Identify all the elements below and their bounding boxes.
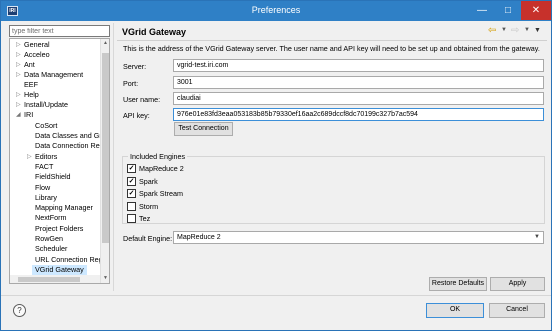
tree-item-general[interactable]: ▷ General [16,40,50,50]
expand-arrow-icon[interactable]: ▷ [16,70,21,80]
tree-horizontal-scrollbar[interactable] [10,275,100,283]
filter-input[interactable] [9,25,110,37]
expand-arrow-icon[interactable]: ▷ [16,100,21,110]
view-menu-icon[interactable]: ▼ [534,27,541,34]
preferences-window: IRI Preferences — □ ✕ ▷General ▷Acceleo … [0,0,552,331]
page-title: VGrid Gateway [122,27,187,37]
preferences-tree[interactable]: ▷ General ▷ Acceleo ▷ Ant ▷ Data Management … [9,38,110,284]
back-arrow-icon[interactable]: ⇦ [488,25,496,36]
tree-item-install-update[interactable]: ▷ Install/Update [16,100,68,110]
tree-scroll-thumb[interactable] [102,53,109,243]
titlebar[interactable]: IRI Preferences — □ ✕ [1,1,551,21]
page-description: This is the address of the VGrid Gateway… [123,44,540,53]
expand-arrow-icon[interactable]: ▷ [16,90,21,100]
tree-item-rowgen[interactable]: RowGen [35,234,63,244]
tree-item-nextform[interactable]: NextForm [35,213,67,223]
tree-item-project-folders[interactable]: Project Folders [35,224,83,234]
tree-vertical-scrollbar[interactable]: ▲ ▼ [100,39,109,283]
tree-item-mapping-manager[interactable]: Mapping Manager [35,203,93,213]
api-key-label: API key: [123,111,150,120]
included-engines-group [122,156,545,224]
cancel-button[interactable]: Cancel [489,303,545,318]
server-input[interactable]: vgrid-test.iri.com [173,59,544,72]
apply-button[interactable]: Apply [490,277,545,291]
tree-item-scheduler[interactable]: Scheduler [35,244,67,254]
tree-item-ant[interactable]: ▷ Ant [16,60,35,70]
default-engine-label: Default Engine: [123,234,173,243]
ok-button[interactable]: OK [426,303,484,318]
included-engines-label: Included Engines [128,152,188,161]
tree-item-acceleo[interactable]: ▷ Acceleo [16,50,50,60]
default-engine-select[interactable]: MapReduce 2 ▼ [173,231,544,244]
server-label: Server: [123,62,147,71]
tree-item-fieldshield[interactable]: FieldShield [35,172,71,182]
tree-item-help[interactable]: ▷ Help [16,90,39,100]
tree-item-cosort[interactable]: CoSort [35,121,57,131]
tree-item-data-connection[interactable]: Data Connection Re [35,141,100,151]
api-key-input[interactable]: 976e01e83fd3eaa053183b85b79330ef16aa2c68… [173,108,544,121]
expand-arrow-icon[interactable]: ▷ [27,152,32,162]
tree-item-fact[interactable]: FACT [35,162,53,172]
chevron-down-icon[interactable]: ▼ [534,232,540,243]
checkbox-unchecked-icon[interactable] [127,214,136,223]
scroll-up-icon[interactable]: ▲ [101,39,109,48]
title-separator [117,40,547,41]
checkbox-checked-icon[interactable]: ✓ [127,189,136,198]
checkbox-checked-icon[interactable]: ✓ [127,164,136,173]
port-label: Port: [123,79,139,88]
forward-menu-icon[interactable]: ▼ [524,27,530,33]
user-name-label: User name: [123,95,161,104]
user-name-input[interactable]: claudiai [173,92,544,105]
default-engine-value: MapReduce 2 [177,234,221,241]
tree-item-editors[interactable]: ▷ Editors [27,152,57,162]
collapse-arrow-icon[interactable]: ◢ [16,110,21,120]
back-menu-icon[interactable]: ▼ [501,27,507,33]
tree-item-data-management[interactable]: ▷ Data Management [16,70,83,80]
close-icon[interactable]: ✕ [521,1,551,20]
expand-arrow-icon[interactable]: ▷ [16,40,21,50]
help-icon[interactable]: ? [13,304,26,317]
forward-arrow-icon[interactable]: ⇨ [511,25,519,36]
tree-item-data-classes[interactable]: Data Classes and Gro [35,131,106,141]
checkbox-checked-icon[interactable]: ✓ [127,177,136,186]
tree-item-flow[interactable]: Flow [35,183,50,193]
tree-item-url-connection[interactable]: URL Connection Reg [35,255,103,265]
pane-divider[interactable] [113,23,115,291]
test-connection-button[interactable]: Test Connection [174,122,233,136]
tree-item-library[interactable]: Library [35,193,57,203]
tree-item-eef[interactable]: EEF [24,80,38,90]
expand-arrow-icon[interactable]: ▷ [16,50,21,60]
scroll-down-icon[interactable]: ▼ [101,274,109,283]
restore-defaults-button[interactable]: Restore Defaults [429,277,487,291]
maximize-icon[interactable]: □ [495,1,521,20]
tree-hscroll-thumb[interactable] [18,277,80,282]
port-input[interactable]: 3001 [173,76,544,89]
bottom-separator [1,295,551,296]
expand-arrow-icon[interactable]: ▷ [16,60,21,70]
minimize-icon[interactable]: — [469,1,495,20]
tree-item-vgrid-gateway[interactable]: VGrid Gateway [32,265,87,275]
tree-item-iri[interactable]: ◢ IRI [16,110,33,120]
checkbox-unchecked-icon[interactable] [127,202,136,211]
